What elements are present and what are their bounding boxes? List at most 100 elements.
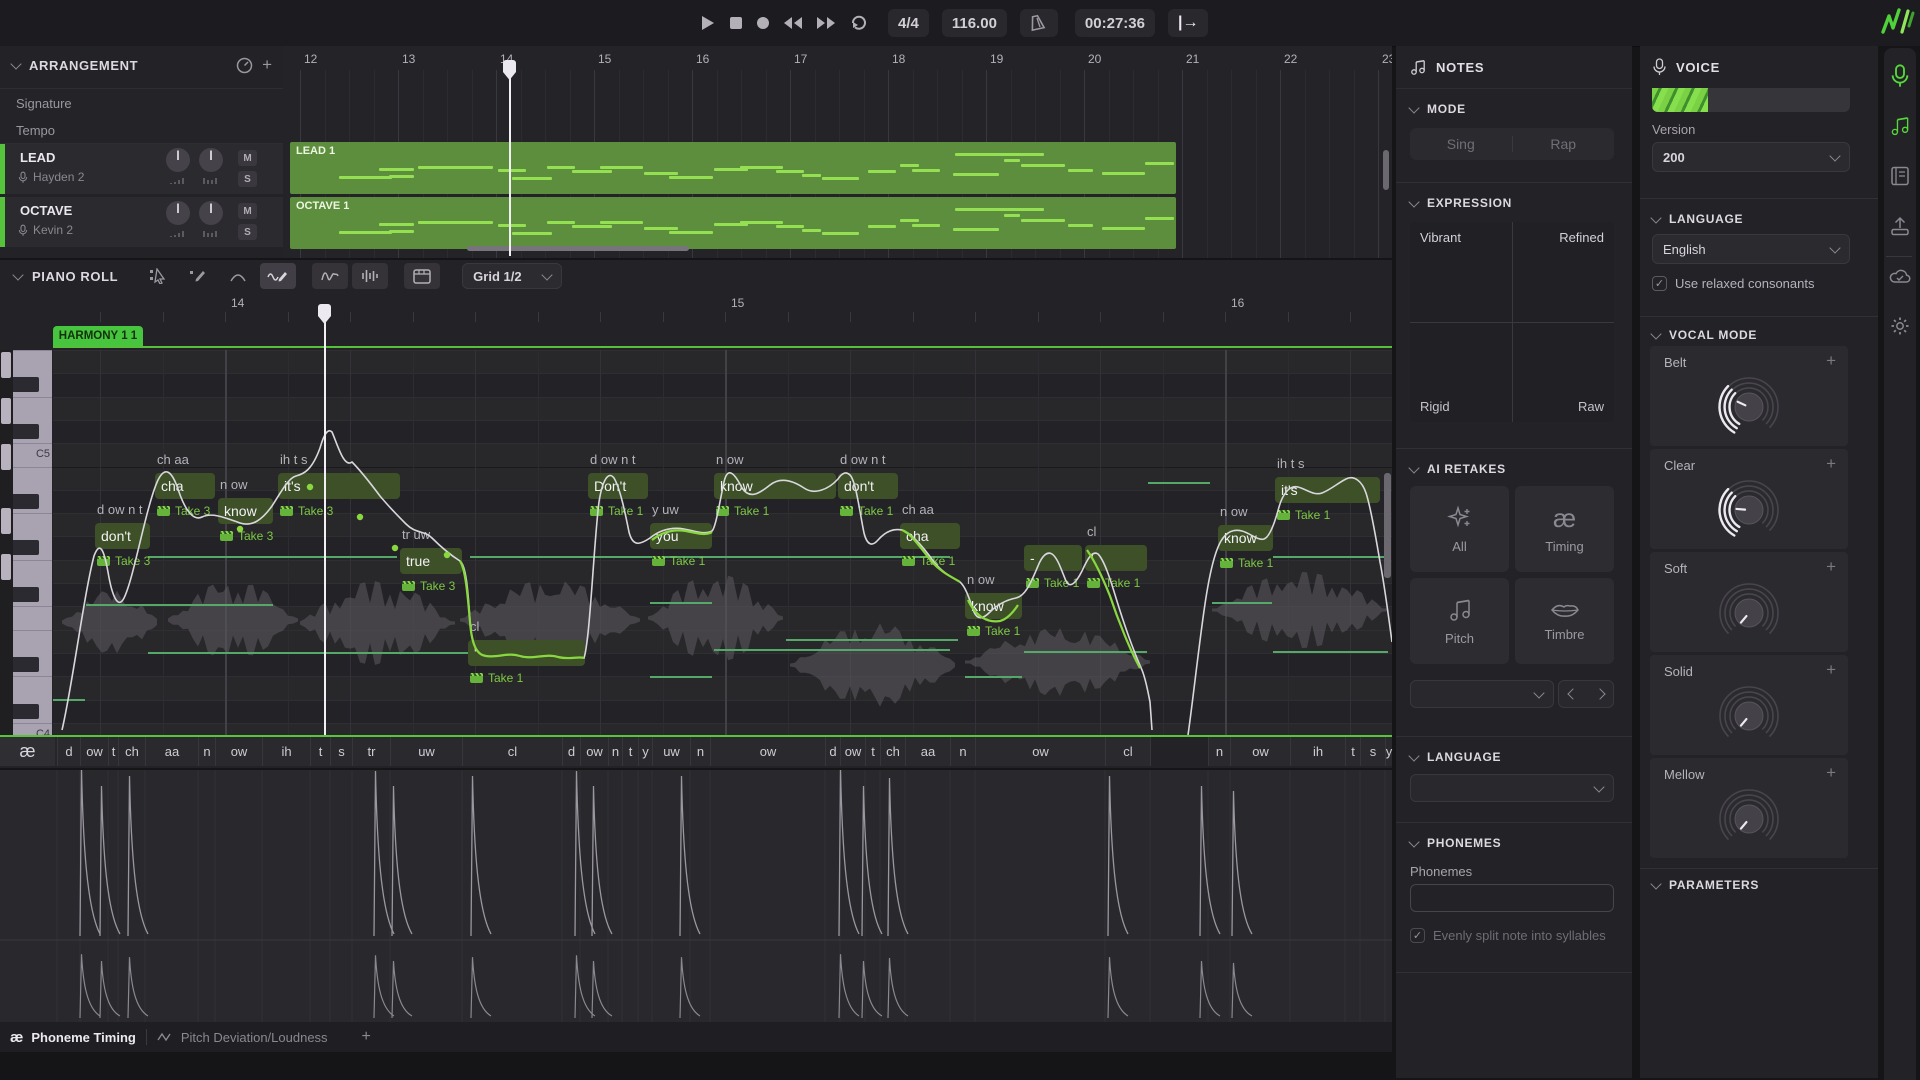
note-take-label[interactable]: Take 1 <box>470 671 523 685</box>
select-tool-button[interactable] <box>140 263 176 289</box>
note-lyric-chip[interactable]: Don't <box>588 473 648 499</box>
retake-all-button[interactable]: All <box>1410 486 1509 572</box>
belt-knob[interactable] <box>1704 372 1794 442</box>
time-signature-display[interactable]: 4/4 <box>888 9 929 37</box>
solo-button[interactable]: S <box>238 224 257 240</box>
phoneme-cell[interactable]: aa <box>905 737 950 766</box>
pitch-curve-button[interactable] <box>312 263 348 289</box>
note-take-label[interactable]: Take 1 <box>840 504 893 518</box>
note-lyric-chip[interactable]: it's <box>278 473 400 499</box>
track-card-lead[interactable]: LEADHayden 2MS <box>0 144 283 195</box>
sidebar-cloud-icon[interactable] <box>1888 264 1912 288</box>
takes-button[interactable] <box>404 263 440 289</box>
relaxed-consonants-checkbox[interactable]: ✓ <box>1652 276 1667 291</box>
phoneme-cell[interactable]: t <box>1345 737 1360 766</box>
arrangement-timeline[interactable]: 121314151617181920212223LEAD 1OCTAVE 1 <box>283 46 1392 258</box>
version-dropdown[interactable]: 200 <box>1652 142 1850 172</box>
phonemes-input[interactable] <box>1410 884 1614 912</box>
note-take-label[interactable]: Take 1 <box>1026 576 1079 590</box>
phoneme-cell[interactable]: d <box>57 737 80 766</box>
tab-phoneme-timing[interactable]: æ Phoneme Timing <box>0 1022 146 1052</box>
fast-forward-button[interactable] <box>816 16 836 30</box>
arc-tool-button[interactable] <box>220 263 256 289</box>
phoneme-cell[interactable]: ow <box>975 737 1105 766</box>
mode-collapse-icon[interactable] <box>1408 102 1419 113</box>
phoneme-cell[interactable]: d <box>825 737 840 766</box>
keys-scroll-chip[interactable] <box>1 352 11 378</box>
phoneme-cell[interactable]: s <box>330 737 352 766</box>
phoneme-cell[interactable]: aa <box>145 737 198 766</box>
phoneme-cell[interactable] <box>1150 737 1208 766</box>
retake-pitch-button[interactable]: Pitch <box>1410 578 1509 664</box>
phoneme-cell[interactable]: ow <box>80 737 108 766</box>
take-prev-button[interactable] <box>1567 688 1578 699</box>
phoneme-cell[interactable]: t <box>310 737 330 766</box>
note-lyric-chip[interactable]: cha <box>155 473 215 499</box>
note-take-label[interactable]: Take 1 <box>652 554 705 568</box>
phoneme-cell[interactable]: ow <box>840 737 865 766</box>
piano-black-key[interactable] <box>13 540 39 555</box>
add-track-icon[interactable]: + <box>262 55 272 75</box>
note-take-label[interactable]: Take 1 <box>1220 556 1273 570</box>
pitch-draw-tool-button[interactable] <box>260 263 296 289</box>
note-take-label[interactable]: Take 3 <box>220 529 273 543</box>
note-language-collapse-icon[interactable] <box>1408 750 1419 761</box>
pan-knob[interactable] <box>198 147 224 173</box>
note-take-label[interactable]: Take 1 <box>902 554 955 568</box>
phoneme-cell[interactable]: n <box>1208 737 1230 766</box>
loop-button[interactable] <box>849 15 869 31</box>
phoneme-timing-area[interactable] <box>0 768 1392 1022</box>
note-lyric-chip[interactable]: don't <box>95 523 150 549</box>
mellow-knob[interactable] <box>1704 784 1794 854</box>
voice-language-collapse-icon[interactable] <box>1650 212 1661 223</box>
phoneme-cell[interactable]: ow <box>1230 737 1290 766</box>
phoneme-cell[interactable]: d <box>562 737 580 766</box>
piano-black-key[interactable] <box>13 657 39 672</box>
phoneme-cell[interactable]: t <box>108 737 118 766</box>
phoneme-cell[interactable]: n <box>198 737 215 766</box>
phoneme-cell[interactable]: t <box>622 737 638 766</box>
piano-roll-collapse-icon[interactable] <box>12 269 23 280</box>
piano-black-key[interactable] <box>13 704 39 719</box>
vocal-mode-add-button[interactable]: + <box>1826 351 1836 371</box>
phoneme-cell[interactable]: uw <box>390 737 462 766</box>
keys-scroll-chip[interactable] <box>1 398 11 424</box>
play-button[interactable] <box>700 15 716 31</box>
note-take-label[interactable]: Take 1 <box>967 624 1020 638</box>
note-lyric-chip[interactable]: know <box>1218 525 1273 551</box>
piano-black-key[interactable] <box>13 587 39 602</box>
mute-button[interactable]: M <box>238 150 257 166</box>
piano-roll-playhead-head[interactable] <box>318 304 331 324</box>
phoneme-cell[interactable]: ow <box>215 737 262 766</box>
voice-language-dropdown[interactable]: English <box>1652 234 1850 264</box>
phoneme-cell[interactable]: y <box>638 737 652 766</box>
keys-scroll-chip[interactable] <box>1 554 11 580</box>
signature-row[interactable]: Signature <box>0 88 283 118</box>
phoneme-cell[interactable]: cl <box>1105 737 1150 766</box>
clear-knob[interactable] <box>1704 475 1794 545</box>
note-lyric-chip[interactable]: cha <box>900 523 960 549</box>
add-panel-tab-button[interactable]: + <box>362 1028 371 1046</box>
note-lyric-chip[interactable]: ' <box>468 640 585 666</box>
note-lyric-chip[interactable]: it's <box>1275 477 1380 503</box>
sidebar-music-note-icon[interactable] <box>1888 114 1912 138</box>
retake-timing-button[interactable]: æTiming <box>1515 486 1614 572</box>
piano-black-key[interactable] <box>13 494 39 509</box>
stop-button[interactable] <box>729 16 743 30</box>
note-language-dropdown[interactable] <box>1410 774 1614 802</box>
parameters-collapse-icon[interactable] <box>1650 878 1661 889</box>
note-take-label[interactable]: Take 3 <box>402 579 455 593</box>
solid-knob[interactable] <box>1704 681 1794 751</box>
phoneme-cell[interactable]: cl <box>462 737 562 766</box>
volume-knob[interactable] <box>165 200 191 226</box>
note-group-chip[interactable]: HARMONY 1 1 <box>53 326 143 346</box>
note-lyric-chip[interactable]: don't <box>838 473 898 499</box>
phoneme-cell[interactable]: n <box>950 737 975 766</box>
record-button[interactable] <box>756 16 770 30</box>
piano-black-key[interactable] <box>13 424 39 439</box>
draw-tool-button[interactable] <box>180 263 216 289</box>
vocal-mode-add-button[interactable]: + <box>1826 763 1836 783</box>
take-next-button[interactable] <box>1594 688 1605 699</box>
arrangement-clip[interactable]: OCTAVE 1 <box>290 197 1176 249</box>
note-lyric-chip[interactable]: know <box>965 593 1022 619</box>
